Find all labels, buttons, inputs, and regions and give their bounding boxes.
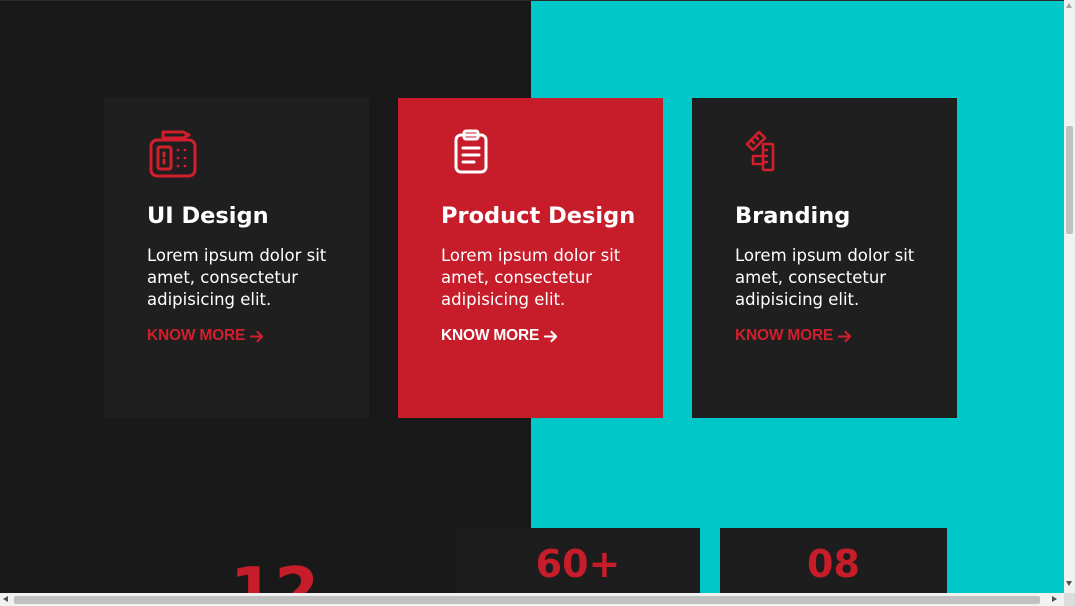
scroll-up-arrow-icon[interactable] <box>1066 3 1072 8</box>
know-more-link[interactable]: KNOW MORE <box>441 327 558 345</box>
service-card-ui-design: UI Design Lorem ipsum dolor sit amet, co… <box>104 98 369 418</box>
stat-partial-number: 12 <box>230 555 320 593</box>
service-description: Lorem ipsum dolor sit amet, consectetur … <box>147 246 327 309</box>
know-more-label: KNOW MORE <box>735 327 834 344</box>
know-more-label: KNOW MORE <box>441 327 540 344</box>
ruler-pencil-icon <box>735 126 789 180</box>
page-viewport: UI Design Lorem ipsum dolor sit amet, co… <box>0 0 1064 593</box>
top-border-line <box>0 0 1064 1</box>
clipboard-icon <box>441 126 495 180</box>
device-pencil-icon <box>147 126 201 180</box>
scroll-right-arrow-icon[interactable] <box>1052 596 1057 602</box>
arrow-right-icon <box>249 330 264 342</box>
horizontal-scrollbar[interactable] <box>0 593 1064 606</box>
horizontal-scroll-thumb[interactable] <box>14 596 1040 604</box>
service-title: UI Design <box>147 203 269 229</box>
know-more-label: KNOW MORE <box>147 327 246 344</box>
stat-box: 60+ <box>456 528 700 593</box>
service-card-branding: Branding Lorem ipsum dolor sit amet, con… <box>692 98 957 418</box>
know-more-link[interactable]: KNOW MORE <box>147 327 264 345</box>
arrow-right-icon <box>837 330 852 342</box>
service-title: Branding <box>735 203 851 229</box>
arrow-right-icon <box>543 330 558 342</box>
know-more-link[interactable]: KNOW MORE <box>735 327 852 345</box>
vertical-scrollbar[interactable] <box>1064 0 1075 593</box>
stat-box: 08 <box>720 528 947 593</box>
stat-value: 08 <box>807 542 860 586</box>
service-description: Lorem ipsum dolor sit amet, consectetur … <box>735 246 915 309</box>
scroll-left-arrow-icon[interactable] <box>3 596 8 602</box>
scroll-down-arrow-icon[interactable] <box>1066 581 1072 586</box>
service-title: Product Design <box>441 203 636 229</box>
service-description: Lorem ipsum dolor sit amet, consectetur … <box>441 246 621 309</box>
scrollbar-corner <box>1064 593 1075 606</box>
stat-value: 60+ <box>535 542 621 586</box>
service-card-product-design: Product Design Lorem ipsum dolor sit ame… <box>398 98 663 418</box>
vertical-scroll-thumb[interactable] <box>1066 126 1073 234</box>
